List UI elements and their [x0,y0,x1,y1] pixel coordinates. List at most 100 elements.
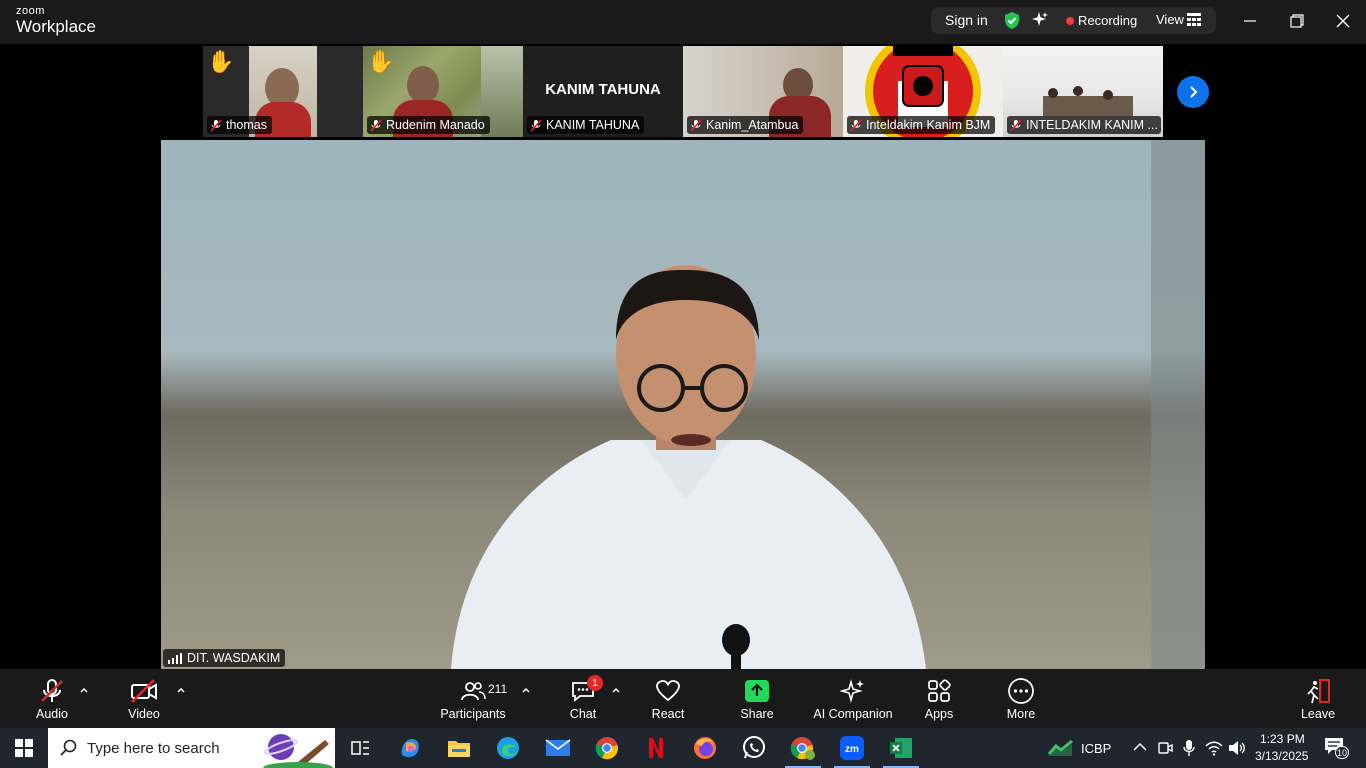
search-icon [60,739,77,756]
leave-button[interactable]: Leave [1298,677,1338,721]
notification-count-badge: 10 [1335,746,1350,759]
microphone-icon[interactable] [1182,739,1196,757]
mail-icon [545,739,571,756]
apps-icon [928,679,951,702]
muted-mic-icon [530,118,542,132]
zoom-app[interactable]: zm [830,728,874,768]
restore-icon [1290,14,1304,28]
maximize-button[interactable] [1282,8,1312,34]
chevron-up-icon[interactable] [521,685,531,695]
grid-view-icon[interactable] [1187,13,1201,31]
taskbar-search-box[interactable]: Type here to search [48,728,335,768]
minimize-button[interactable] [1235,8,1265,34]
share-button[interactable]: Share [734,677,780,721]
video-button[interactable]: Video [122,677,166,721]
copilot-app[interactable] [388,728,432,768]
view-button[interactable]: View [1156,12,1184,27]
ai-companion-button[interactable]: AI Companion [810,677,896,721]
windows-logo-icon [15,739,33,757]
chevron-up-icon[interactable] [1133,742,1147,752]
sign-in-button[interactable]: Sign in [945,12,988,28]
edge-icon [497,737,519,759]
excel-icon [890,738,912,758]
title-bar: zoom Workplace Sign in Recording View [0,0,1366,44]
participant-name: thomas [226,118,267,132]
status-pill: Sign in Recording View [931,7,1216,34]
participant-tile[interactable]: ✋ thomas [203,46,363,137]
netflix-icon [649,738,663,758]
folder-icon [448,741,470,757]
participant-tile[interactable]: Inteldakim Kanim BJM [843,46,1003,137]
video-label: Video [128,707,160,721]
participant-tile[interactable]: KANIM TAHUNA KANIM TAHUNA [523,46,683,137]
leave-door-icon [1307,679,1330,704]
ai-sparkle-icon[interactable] [1031,11,1049,34]
recording-label[interactable]: Recording [1078,13,1137,28]
participant-name-bar: thomas [207,116,272,134]
excel-app[interactable] [879,728,923,768]
start-button[interactable] [0,728,48,768]
chevron-up-icon[interactable] [611,685,621,695]
stock-ticker-label[interactable]: ICBP [1081,741,1111,756]
participants-label: Participants [440,707,506,721]
clock-time[interactable]: 1:23 PM [1260,732,1305,746]
next-page-button[interactable] [1177,76,1209,108]
chrome-profile-app[interactable] [781,728,825,768]
chrome-app[interactable] [585,728,629,768]
stock-trend-icon[interactable] [1048,740,1074,756]
chat-button[interactable]: Chat 1 [563,675,603,721]
clock-date[interactable]: 3/13/2025 [1255,749,1308,763]
participant-tile[interactable]: Kanim_Atambua [683,46,843,137]
apps-button[interactable]: Apps [920,677,958,721]
active-speaker-video[interactable]: DIT. WASDAKIM [161,140,1205,669]
meet-now-icon[interactable] [1157,740,1173,756]
muted-mic-icon [41,679,63,702]
chrome-profile-icon [790,737,815,760]
heart-icon [656,680,680,702]
chevron-up-icon[interactable] [176,685,186,695]
participant-title-text: KANIM TAHUNA [545,81,661,98]
task-view-button[interactable] [338,728,382,768]
volume-icon[interactable] [1228,740,1246,756]
participant-thumbnails: ✋ thomas ✋ Rudenim Manado KANIM TAHUNA K… [203,46,1163,138]
firefox-app[interactable] [683,728,727,768]
more-label: More [1006,707,1036,721]
react-button[interactable]: React [645,677,691,721]
recording-dot-icon [1066,17,1074,25]
participant-tile[interactable]: INTELDAKIM KANIM ... [1003,46,1163,137]
wifi-icon[interactable] [1205,740,1223,756]
participant-name-bar: Inteldakim Kanim BJM [847,116,996,134]
more-button[interactable]: More [1000,677,1042,721]
shield-check-icon[interactable] [1003,11,1021,35]
audio-button[interactable]: Audio [30,677,74,721]
chevron-right-icon [1190,86,1198,98]
task-view-icon [351,741,369,755]
whatsapp-app[interactable] [732,728,776,768]
share-screen-icon [745,680,769,702]
edge-app[interactable] [486,728,530,768]
notification-center-button[interactable]: 10 [1324,737,1350,759]
muted-mic-icon [210,118,222,132]
raised-hand-icon: ✋ [367,49,395,74]
participant-name: Rudenim Manado [386,118,485,132]
participants-button[interactable]: Participants 211 [440,677,507,721]
chevron-up-icon[interactable] [79,685,89,695]
raised-hand-icon: ✋ [207,49,235,74]
participant-name: INTELDAKIM KANIM ... [1026,118,1158,132]
mail-app[interactable] [536,728,580,768]
muted-mic-icon [1010,118,1022,132]
participant-tile[interactable]: ✋ Rudenim Manado [363,46,523,137]
netflix-app[interactable] [634,728,678,768]
audio-label: Audio [36,707,68,721]
search-highlight-icon [263,734,333,768]
speaker-name: DIT. WASDAKIM [187,651,281,665]
chat-label: Chat [569,707,597,721]
participant-name: Kanim_Atambua [706,118,799,132]
close-button[interactable] [1328,8,1358,34]
react-label: React [651,707,685,721]
file-explorer-app[interactable] [437,728,481,768]
participant-name: Inteldakim Kanim BJM [866,118,991,132]
whatsapp-icon [743,736,765,759]
search-placeholder: Type here to search [87,740,220,757]
signal-bars-icon [168,652,182,664]
